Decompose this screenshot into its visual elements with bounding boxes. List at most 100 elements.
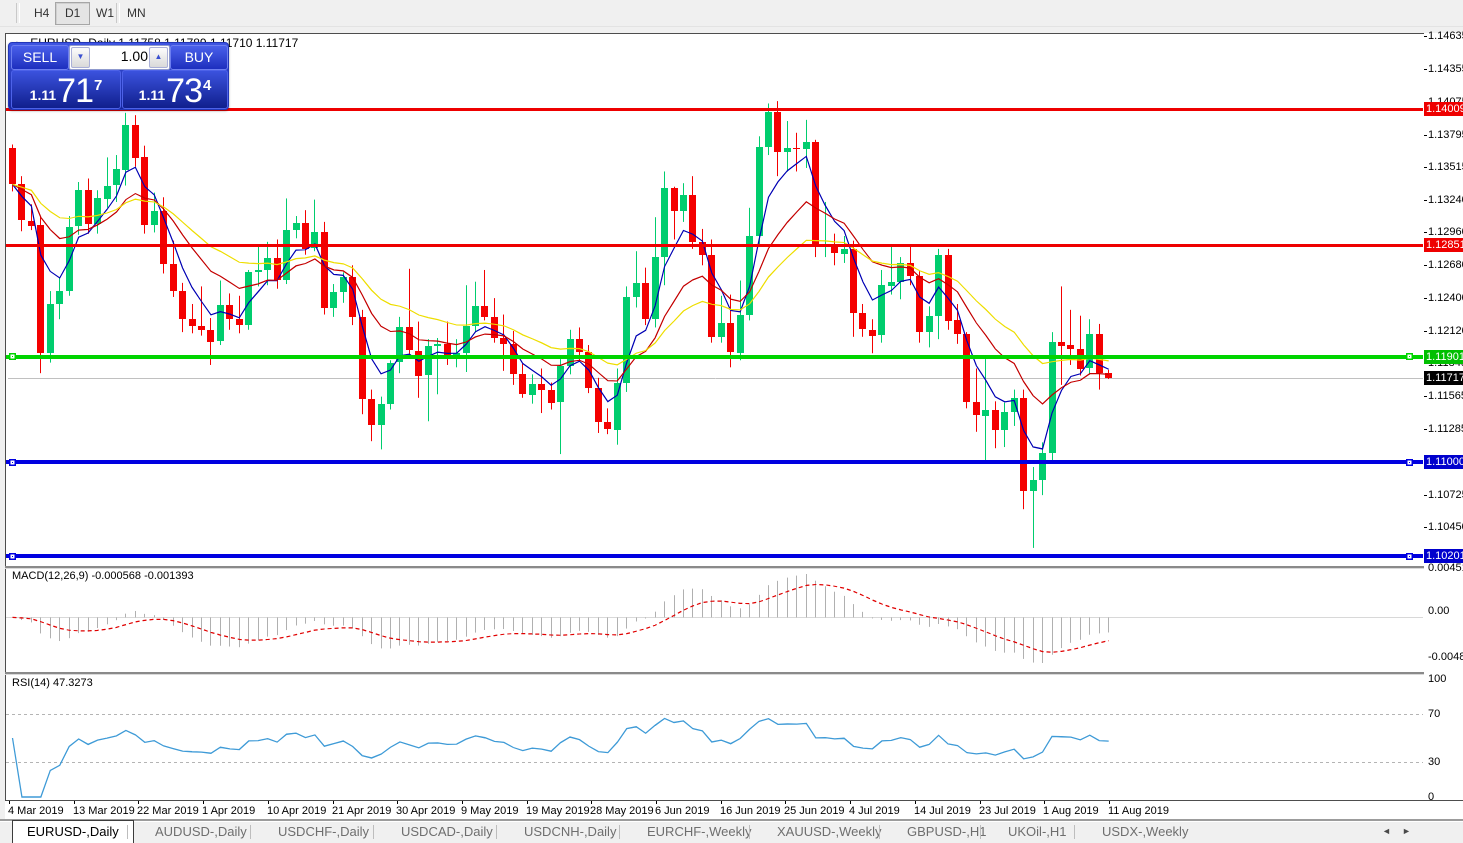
sell-price-pips: 71 [57, 72, 94, 110]
panel-splitter[interactable] [5, 566, 1424, 569]
hline-price-label: 1.11901 [1424, 350, 1463, 364]
date-label: 9 May 2019 [461, 805, 519, 817]
hline-marker[interactable] [9, 553, 16, 560]
tab-audusd-daily[interactable]: AUDUSD-,Daily [141, 822, 261, 842]
hline-1.11000[interactable] [6, 460, 1423, 464]
price-tick-mark [1424, 429, 1427, 430]
buy-price-button[interactable]: 1.11 73 4 [122, 70, 228, 109]
price-tick-label: 1.10450 [1428, 521, 1463, 533]
sell-price-button[interactable]: 1.11 71 7 [11, 70, 121, 109]
tab-usdcnh-daily[interactable]: USDCNH-,Daily [510, 822, 630, 842]
volume-input[interactable]: 1.00 [90, 46, 148, 67]
date-tick-mark [527, 801, 528, 804]
rsi-label: RSI(14) 47.3273 [12, 677, 93, 689]
tab-usdcad-daily[interactable]: USDCAD-,Daily [387, 822, 507, 842]
panel-splitter[interactable] [5, 672, 1424, 675]
date-tick-mark [656, 801, 657, 804]
chart-tabbar: ◄ ► EURUSD-,Daily AUDUSD-,Daily USDCHF-,Da… [0, 820, 1463, 843]
price-axis[interactable]: 1.146351.143551.140751.137951.135151.132… [1424, 30, 1463, 803]
price-tick-mark [1424, 331, 1427, 332]
rsi-scale-label: 70 [1428, 708, 1441, 720]
macd-label: MACD(12,26,9) -0.000568 -0.001393 [12, 570, 194, 582]
current-price-label: 1.11717 [1424, 371, 1463, 385]
volume-decrease-icon[interactable]: ▼ [71, 47, 90, 68]
tab-separator [749, 825, 750, 839]
price-tick-mark [1424, 135, 1427, 136]
hline-price-label: 1.11000 [1424, 455, 1463, 469]
tab-gbpusd-h1[interactable]: GBPUSD-,H1 [893, 822, 1000, 842]
hline-marker[interactable] [9, 459, 16, 466]
buy-price-figure: 1.11 [138, 87, 166, 103]
price-tick-label: 1.12120 [1428, 325, 1463, 337]
price-tick-mark [1424, 167, 1427, 168]
one-click-trading-panel: SELL ▼ 1.00 ▲ BUY 1.11 71 7 1.11 73 4 [8, 42, 229, 110]
date-label: 30 Apr 2019 [396, 805, 456, 817]
tab-scroll-right-icon[interactable]: ► [1402, 826, 1411, 836]
date-label: 6 Jun 2019 [655, 805, 710, 817]
date-tick-mark [462, 801, 463, 804]
volume-increase-icon[interactable]: ▲ [149, 47, 168, 68]
date-label: 4 Mar 2019 [8, 805, 64, 817]
date-label: 22 Mar 2019 [137, 805, 199, 817]
hline-marker[interactable] [1406, 459, 1413, 466]
timeframe-button-mn[interactable]: MN [117, 2, 156, 25]
time-axis[interactable]: 4 Mar 2019 13 Mar 2019 22 Mar 2019 1 Apr 20… [5, 800, 1463, 820]
date-label: 1 Aug 2019 [1043, 805, 1099, 817]
date-tick-mark [785, 801, 786, 804]
macd-scale-top: 0.004517 [1428, 562, 1463, 574]
date-label: 13 Mar 2019 [73, 805, 135, 817]
hline-marker[interactable] [1406, 553, 1413, 560]
date-tick-mark [980, 801, 981, 804]
tab-separator [980, 825, 981, 839]
rsi-indicator-canvas[interactable] [6, 674, 1423, 798]
price-tick-mark [1424, 200, 1427, 201]
price-tick-label: 1.13795 [1428, 129, 1463, 141]
date-label: 21 Apr 2019 [332, 805, 392, 817]
price-tick-mark [1424, 265, 1427, 266]
price-tick-label: 1.13515 [1428, 161, 1463, 173]
macd-indicator-canvas[interactable] [6, 568, 1423, 671]
sell-button[interactable]: SELL [11, 45, 69, 70]
price-tick-mark [1424, 232, 1427, 233]
toolbar-separator [16, 3, 20, 23]
hline-marker[interactable] [9, 353, 16, 360]
tab-usdchf-daily[interactable]: USDCHF-,Daily [264, 822, 383, 842]
rsi-scale-label: 30 [1428, 756, 1441, 768]
buy-price-pips: 73 [166, 72, 203, 110]
macd-scale-zero: 0.00 [1428, 605, 1450, 617]
date-label: 11 Aug 2019 [1108, 805, 1169, 817]
date-label: 14 Jul 2019 [914, 805, 971, 817]
date-tick-mark [1044, 801, 1045, 804]
price-tick-label: 1.11565 [1428, 390, 1463, 402]
volume-spinner: ▼ 1.00 ▲ [69, 45, 170, 70]
price-tick-label: 1.14635 [1428, 30, 1463, 42]
tab-xauusd-weekly[interactable]: XAUUSD-,Weekly [763, 822, 896, 842]
macd-scale-bottom: -0.004806 [1428, 651, 1463, 663]
hline-marker[interactable] [1406, 353, 1413, 360]
price-tick-mark [1424, 527, 1427, 528]
hline-1.12851[interactable] [6, 244, 1423, 247]
tab-separator [496, 825, 497, 839]
date-tick-mark [333, 801, 334, 804]
hline-1.10201[interactable] [6, 554, 1423, 558]
price-tick-label: 1.12400 [1428, 292, 1463, 304]
hline-price-label: 1.14009 [1424, 102, 1463, 116]
buy-button[interactable]: BUY [170, 45, 228, 70]
price-tick-mark [1424, 396, 1427, 397]
hline-1.11901[interactable] [6, 355, 1423, 359]
tab-eurusd-daily[interactable]: EURUSD-,Daily [12, 820, 134, 843]
date-label: 1 Apr 2019 [202, 805, 256, 817]
price-tick-mark [1424, 495, 1427, 496]
price-chart-canvas[interactable] [6, 34, 1423, 565]
tab-eurchf-weekly[interactable]: EURCHF-,Weekly [633, 822, 766, 842]
date-label: 25 Jun 2019 [784, 805, 845, 817]
tab-ukoil-h1[interactable]: UKOil-,H1 [994, 822, 1081, 842]
date-label: 16 Jun 2019 [720, 805, 781, 817]
tab-separator [250, 825, 251, 839]
tab-scroll-left-icon[interactable]: ◄ [1382, 826, 1391, 836]
price-tick-mark [1424, 298, 1427, 299]
price-tick-mark [1424, 36, 1427, 37]
tab-usdx-weekly[interactable]: USDX-,Weekly [1088, 822, 1202, 842]
date-tick-mark [591, 801, 592, 804]
tab-separator [879, 825, 880, 839]
